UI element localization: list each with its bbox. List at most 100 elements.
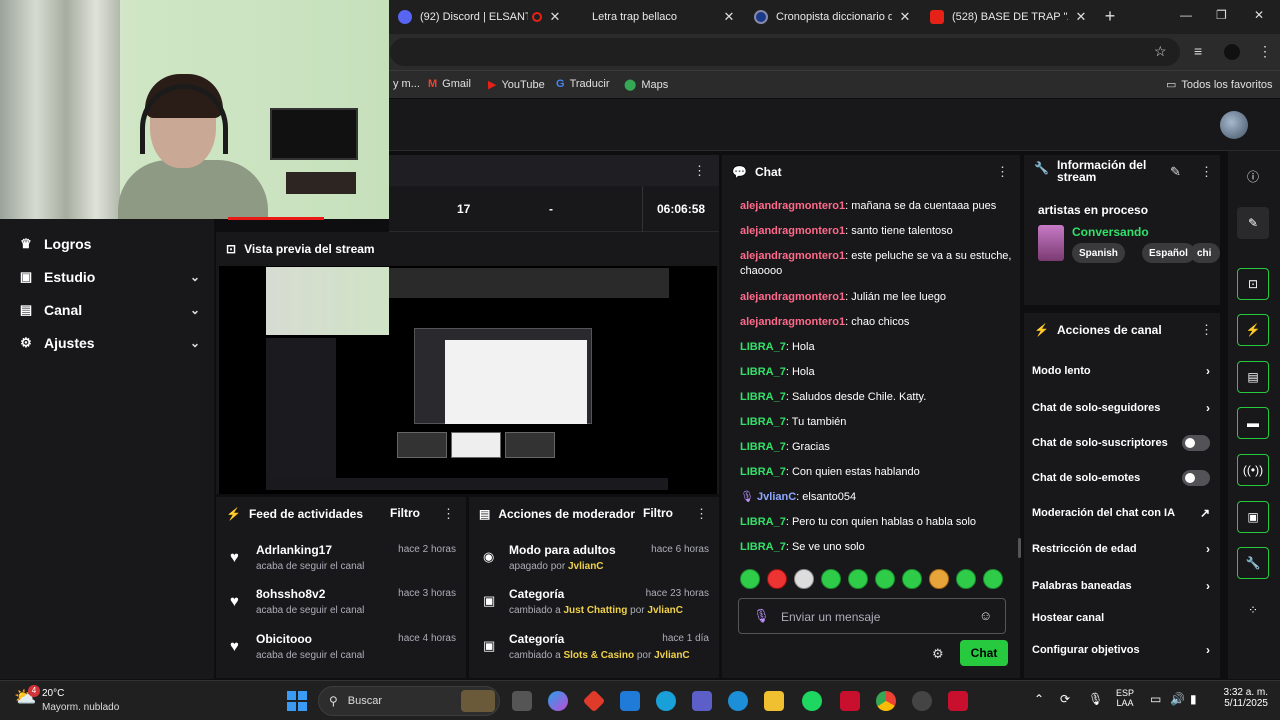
menu-icon[interactable]: ⋮ <box>1258 43 1272 60</box>
video-icon[interactable]: ▣ <box>1237 501 1269 533</box>
toggle-switch[interactable] <box>1182 470 1210 486</box>
tab-youtube[interactable]: (528) BASE DE TRAP "ALTA ✕ <box>924 4 1088 30</box>
microphone-icon[interactable]: 🎙 <box>753 608 770 624</box>
filter-button[interactable]: Filtro <box>643 506 673 520</box>
teams-icon[interactable] <box>692 691 712 711</box>
chat-input[interactable]: 🎙 Enviar un mensaje ☺ <box>738 598 1006 634</box>
store-icon[interactable] <box>620 691 640 711</box>
sidebar-item-ajustes[interactable]: ⚙ Ajustes ⌄ <box>16 331 200 355</box>
task-view-icon[interactable] <box>512 691 532 711</box>
lightning-icon[interactable]: ⚡ <box>1237 314 1269 346</box>
scrollbar[interactable] <box>1018 538 1021 558</box>
tab-letra[interactable]: Letra trap bellaco ✕ <box>586 4 736 30</box>
emote[interactable] <box>875 569 895 589</box>
sidebar-item-estudio[interactable]: ▣ Estudio ⌄ <box>16 265 200 289</box>
omnibox[interactable] <box>390 38 1180 66</box>
camera-icon[interactable]: ⊡ <box>1237 268 1269 300</box>
file-explorer-icon[interactable] <box>764 691 784 711</box>
more-options-icon[interactable]: ⋮ <box>442 506 455 522</box>
sidebar-item-logros[interactable]: ♛ Logros <box>16 232 200 256</box>
filter-button[interactable]: Filtro <box>390 506 420 520</box>
sync-icon[interactable]: ⟳ <box>1060 692 1070 706</box>
close-icon[interactable]: ✕ <box>722 9 736 25</box>
maximize-icon[interactable]: ❐ <box>1216 8 1227 22</box>
volume-icon[interactable]: 🔊 <box>1170 692 1185 706</box>
emoji-icon[interactable]: ☺ <box>979 608 992 623</box>
sidebar-item-canal[interactable]: ▤ Canal ⌄ <box>16 298 200 322</box>
list-item[interactable]: ♥ Adrlanking17 acaba de seguir el canal … <box>216 541 466 581</box>
emote[interactable] <box>767 569 787 589</box>
spotify-icon[interactable] <box>802 691 822 711</box>
edge-icon[interactable] <box>728 691 748 711</box>
bookmark-maps[interactable]: ⬤ Maps <box>624 78 668 92</box>
action-modo-lento[interactable]: Modo lento › <box>1032 361 1210 381</box>
gear-icon[interactable]: ⚙ <box>932 646 944 662</box>
tab-cronopista[interactable]: Cronopista diccionario de ✕ <box>748 4 912 30</box>
app-icon[interactable] <box>656 691 676 711</box>
edit-icon[interactable]: ✎ <box>1237 207 1269 239</box>
action-hostear-canal[interactable]: Hostear canal <box>1032 608 1210 628</box>
action-configurar-objetivos[interactable]: Configurar objetivos › <box>1032 640 1210 660</box>
tag-spanish[interactable]: Spanish <box>1072 243 1125 263</box>
action-palabras-baneadas[interactable]: Palabras baneadas › <box>1032 576 1210 596</box>
emote[interactable] <box>848 569 868 589</box>
battery-icon[interactable]: ▮ <box>1190 692 1197 706</box>
new-tab-button[interactable]: + <box>1100 6 1120 27</box>
bookmark-item[interactable]: y m... <box>393 78 420 90</box>
toggle-switch[interactable] <box>1182 435 1210 451</box>
list-item[interactable]: ▣ Categoría cambiado a Slots & Casino po… <box>469 630 719 670</box>
microphone-icon[interactable]: 🎙 <box>1088 692 1103 706</box>
taskbar-search[interactable]: ⚲ Buscar <box>318 686 500 716</box>
copilot-icon[interactable] <box>548 691 568 711</box>
minimize-icon[interactable]: — <box>1180 8 1192 22</box>
app-icon[interactable] <box>948 691 968 711</box>
action-restriccion-edad[interactable]: Restricción de edad › <box>1032 539 1210 559</box>
more-options-icon[interactable]: ⋮ <box>695 506 708 522</box>
bookmark-gmail[interactable]: M Gmail <box>428 78 471 90</box>
language-indicator[interactable]: ESP LAA <box>1116 688 1134 708</box>
star-icon[interactable]: ☆ <box>1154 43 1167 60</box>
emote[interactable] <box>902 569 922 589</box>
chat-send-button[interactable]: Chat <box>960 640 1008 666</box>
bookmark-youtube[interactable]: ▶ YouTube <box>488 78 545 92</box>
tag-chi[interactable]: chi <box>1190 243 1220 263</box>
tag-espanol[interactable]: Español <box>1142 243 1195 263</box>
action-solo-emotes[interactable]: Chat de solo-emotes <box>1032 468 1210 488</box>
list-item[interactable]: ◉ Modo para adultos apagado por JvlianC … <box>469 541 719 581</box>
wifi-icon[interactable]: ▭ <box>1150 692 1161 706</box>
list-item[interactable]: ▣ Categoría cambiado a Just Chatting por… <box>469 585 719 625</box>
document-icon[interactable]: ▤ <box>1237 361 1269 393</box>
close-icon[interactable]: ✕ <box>1074 9 1088 25</box>
more-options-icon[interactable]: ⋮ <box>996 164 1009 180</box>
chat-icon[interactable]: ▬ <box>1237 407 1269 439</box>
app-icon[interactable] <box>912 691 932 711</box>
windows-start-icon[interactable] <box>287 691 307 711</box>
stream-preview-video[interactable] <box>219 266 717 494</box>
more-options-icon[interactable]: ⋮ <box>1200 164 1213 180</box>
broadcast-icon[interactable]: ((•)) <box>1237 454 1269 486</box>
action-moderacion-ia[interactable]: Moderación del chat con IA ↗ <box>1032 503 1210 523</box>
app-icon[interactable] <box>582 689 606 713</box>
emote[interactable] <box>929 569 949 589</box>
more-options-icon[interactable]: ⋮ <box>1200 322 1213 338</box>
avatar[interactable] <box>1220 111 1248 139</box>
wrench-icon[interactable]: 🔧 <box>1237 547 1269 579</box>
close-icon[interactable]: ✕ <box>548 9 562 25</box>
emote[interactable] <box>821 569 841 589</box>
more-options-icon[interactable]: ⋮ <box>693 163 706 179</box>
info-icon[interactable]: ⓘ <box>1237 160 1269 192</box>
chrome-icon[interactable] <box>876 691 896 711</box>
list-item[interactable]: ♥ Obicitooo acaba de seguir el canal hac… <box>216 630 466 670</box>
tab-discord[interactable]: (92) Discord | ELSANTO ✕ <box>392 4 562 30</box>
emote[interactable] <box>740 569 760 589</box>
extensions-icon[interactable]: ⁘ <box>1237 594 1269 626</box>
close-window-icon[interactable]: ✕ <box>1254 8 1264 22</box>
app-icon[interactable] <box>840 691 860 711</box>
close-icon[interactable]: ✕ <box>898 9 912 25</box>
bookmark-all-favorites[interactable]: ▭ Todos los favoritos <box>1166 78 1273 92</box>
action-solo-suscriptores[interactable]: Chat de solo-suscriptores <box>1032 433 1210 453</box>
category-name[interactable]: Conversando <box>1072 225 1149 239</box>
profile-icon[interactable] <box>1224 44 1240 60</box>
emote[interactable] <box>794 569 814 589</box>
edit-icon[interactable]: ✎ <box>1170 164 1181 180</box>
